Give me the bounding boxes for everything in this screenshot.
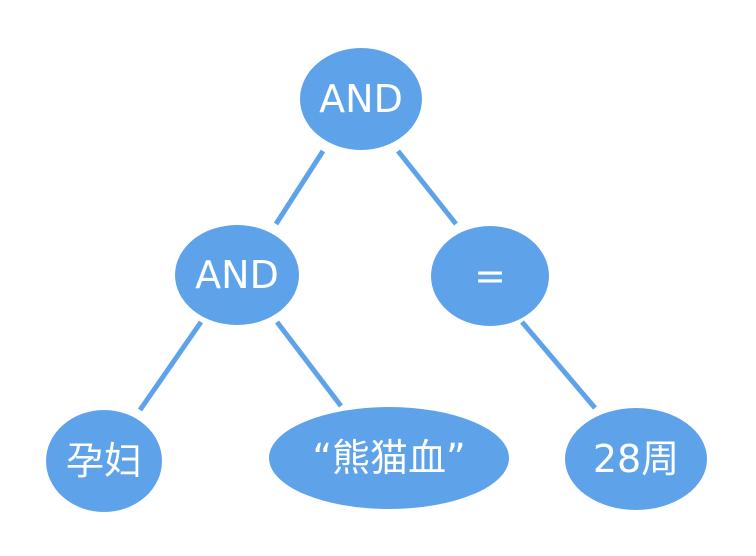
edge-left-and-panda-blood <box>275 320 343 408</box>
edge-left-and-pregnant <box>137 320 204 412</box>
node-equals: = <box>431 226 549 326</box>
edge-root-left-and <box>273 149 326 226</box>
node-left-and-label: AND <box>195 253 279 297</box>
node-pregnant-label: 孕妇 <box>66 439 142 483</box>
expression-tree-diagram: AND AND = 孕妇 “熊猫血” 28周 <box>0 0 756 556</box>
node-weeks-label: 28周 <box>593 437 679 481</box>
node-left-and: AND <box>175 225 299 325</box>
node-weeks: 28周 <box>565 408 707 510</box>
node-equals-label: = <box>474 254 506 298</box>
node-pregnant: 孕妇 <box>46 410 162 512</box>
node-panda-blood: “熊猫血” <box>269 407 509 509</box>
node-root-label: AND <box>319 77 403 121</box>
edge-equals-weeks <box>520 320 597 410</box>
node-panda-blood-label: “熊猫血” <box>312 436 465 480</box>
node-root: AND <box>300 48 422 150</box>
tree-svg: AND AND = 孕妇 “熊猫血” 28周 <box>46 48 707 512</box>
edge-root-equals <box>396 149 458 226</box>
